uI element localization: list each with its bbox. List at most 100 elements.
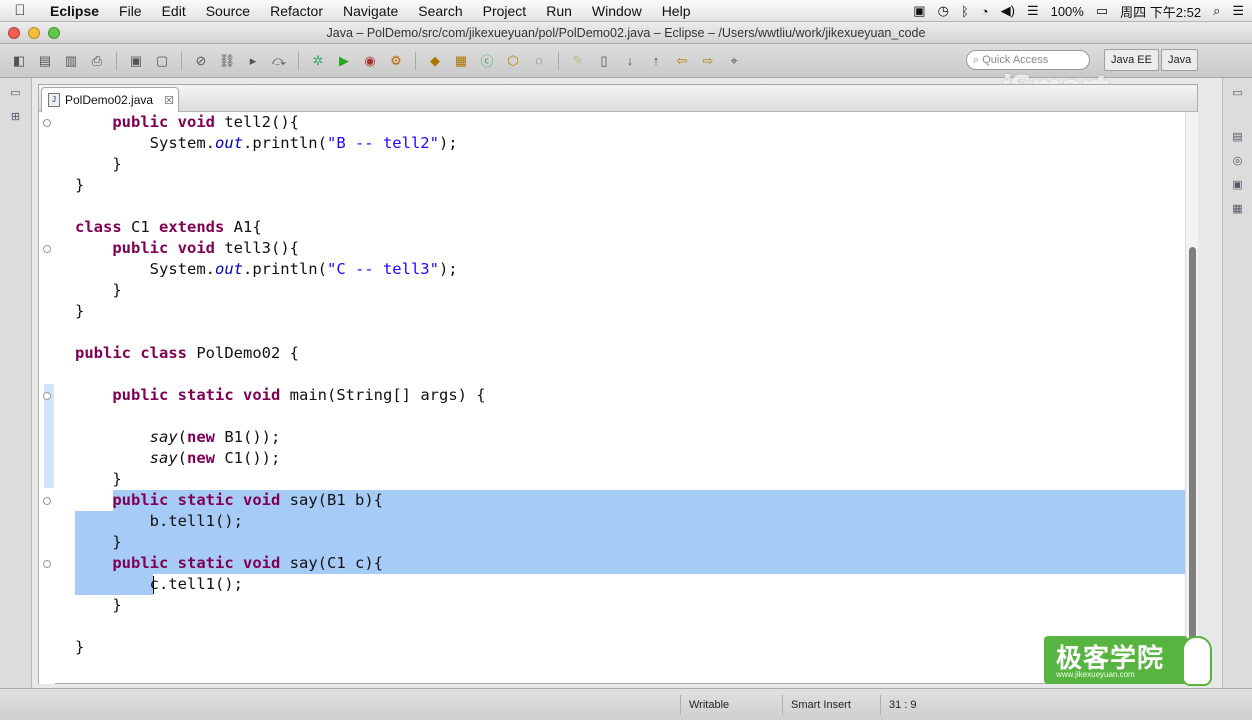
back-icon[interactable]: ⇦ [671, 51, 693, 71]
menu-navigate[interactable]: Navigate [333, 0, 408, 22]
step-icon[interactable]: ▸ [242, 51, 264, 71]
annotation-icon[interactable]: ▯ [593, 51, 615, 71]
debug-icon[interactable]: ✲ [307, 51, 329, 71]
apple-icon[interactable]:  [0, 2, 40, 19]
bluetooth-icon[interactable]: ᛒ [961, 4, 969, 19]
zoom-window-icon[interactable] [48, 27, 60, 39]
menu-file[interactable]: File [109, 0, 152, 22]
new-package-icon[interactable]: ▦ [450, 51, 472, 71]
code-text: ( [177, 428, 187, 446]
code-keyword: public [112, 554, 169, 572]
wifi-icon[interactable]: ◔ [981, 4, 989, 19]
code-keyword: public [75, 344, 131, 362]
toggle-icon[interactable]: ▣ [125, 51, 147, 71]
code-text: b.tell1(); [149, 512, 243, 530]
code-text: c.tell1(); [149, 575, 243, 593]
code-text: A1{ [224, 218, 262, 236]
search-icon: ⌕ [973, 54, 983, 66]
code-line: System.out.println("C -- tell3"); [75, 259, 458, 280]
problems-icon[interactable]: ▦ [1229, 202, 1247, 218]
volume-icon[interactable]: ◀) [1001, 3, 1015, 19]
restore-icon[interactable]: ▭ [7, 86, 25, 102]
menu-edit[interactable]: Edit [152, 0, 196, 22]
console-icon[interactable]: ▣ [1229, 178, 1247, 194]
forward-icon[interactable]: ⇨ [697, 51, 719, 71]
fold-marker-icon[interactable] [43, 497, 51, 505]
link-icon[interactable]: ⛓ [216, 51, 238, 71]
step-over-icon[interactable]: ⤼ [268, 51, 290, 71]
menu-refactor[interactable]: Refactor [260, 0, 333, 22]
perspective-java-ee[interactable]: Java EE [1104, 49, 1159, 71]
new-icon[interactable]: ◧ [8, 51, 30, 71]
menu-search[interactable]: Search [408, 0, 472, 22]
fold-marker-icon[interactable] [43, 392, 51, 400]
text-caret [153, 576, 154, 594]
tab-poldemo02-java[interactable]: J PolDemo02.java ☒ [41, 87, 179, 112]
time-machine-icon[interactable]: ◷ [938, 3, 949, 19]
menubar-status-area: ▣ ◷ ᛒ ◔ ◀) ☰ 100% ▭ 周四 下午2:52 ⌕ ☰ [913, 0, 1244, 22]
code-line: b.tell1(); [75, 511, 243, 532]
code-line: public static void main(String[] args) { [75, 385, 485, 406]
open-task-icon[interactable]: ◌ [528, 51, 550, 71]
menu-eclipse[interactable]: Eclipse [40, 0, 109, 22]
battery-percent[interactable]: 100% [1051, 4, 1084, 19]
external-tools-icon[interactable]: ⚙ [385, 51, 407, 71]
save-icon[interactable]: ▤ [34, 51, 56, 71]
code-text: .println( [242, 260, 327, 278]
fold-marker-icon[interactable] [43, 560, 51, 568]
task-list-icon[interactable]: ◎ [1229, 154, 1247, 170]
code-keyword: void [177, 239, 215, 257]
pin-editor-icon[interactable]: ⌖ [723, 51, 745, 71]
coverage-icon[interactable]: ◉ [359, 51, 381, 71]
code-editor[interactable]: public void tell2(){ System.out.println(… [75, 112, 1193, 684]
save-all-icon[interactable]: ▥ [60, 51, 82, 71]
code-keyword: void [243, 386, 281, 404]
open-type-icon[interactable]: ⬡ [502, 51, 524, 71]
list-icon[interactable]: ☰ [1027, 3, 1039, 19]
next-annotation-icon[interactable]: ↓ [619, 51, 641, 71]
battery-icon[interactable]: ▭ [1096, 3, 1108, 19]
spotlight-search-icon[interactable]: ⌕ [1213, 3, 1220, 19]
scrollbar-thumb[interactable] [1189, 247, 1196, 657]
fold-marker-icon[interactable] [43, 119, 51, 127]
print-icon[interactable]: ⎙ [86, 51, 108, 71]
menu-window[interactable]: Window [582, 0, 652, 22]
code-text: } [112, 155, 122, 173]
window-controls [8, 27, 60, 39]
minimize-window-icon[interactable] [28, 27, 40, 39]
run-icon[interactable]: ▶ [333, 51, 355, 71]
prev-annotation-icon[interactable]: ↑ [645, 51, 667, 71]
code-line: } [75, 154, 122, 175]
menu-project[interactable]: Project [473, 0, 537, 22]
close-tab-icon[interactable]: ☒ [164, 94, 174, 107]
perspective-java[interactable]: Java [1160, 49, 1199, 71]
menu-help[interactable]: Help [652, 0, 701, 22]
writable-status: Writable [680, 695, 780, 715]
fold-marker-icon[interactable] [43, 245, 51, 253]
new-class-icon[interactable]: ⓒ [476, 51, 498, 71]
screen-mirror-icon[interactable]: ▣ [913, 3, 925, 19]
notification-center-icon[interactable]: ☰ [1232, 3, 1244, 19]
menu-run[interactable]: Run [536, 0, 582, 22]
code-keyword: new [187, 449, 215, 467]
close-window-icon[interactable] [8, 27, 20, 39]
quick-access-field[interactable]: ⌕ Quick Access [966, 50, 1090, 70]
outline-icon[interactable]: ▤ [1229, 130, 1247, 146]
package-explorer-icon[interactable]: ⊞ [7, 110, 25, 126]
search-toolbar-icon[interactable]: ✎ [567, 51, 589, 71]
vertical-scrollbar[interactable] [1185, 112, 1198, 684]
code-text: } [75, 638, 85, 656]
new-java-project-icon[interactable]: ◆ [424, 51, 446, 71]
mark-icon[interactable]: ▢ [151, 51, 173, 71]
restore-icon[interactable]: ▭ [1229, 86, 1247, 102]
skip-breakpoints-icon[interactable]: ⊘ [190, 51, 212, 71]
menu-source[interactable]: Source [196, 0, 260, 22]
editor-area: J PolDemo02.java ☒ public void tell2(){ … [38, 84, 1198, 684]
clock[interactable]: 周四 下午2:52 [1120, 2, 1201, 21]
